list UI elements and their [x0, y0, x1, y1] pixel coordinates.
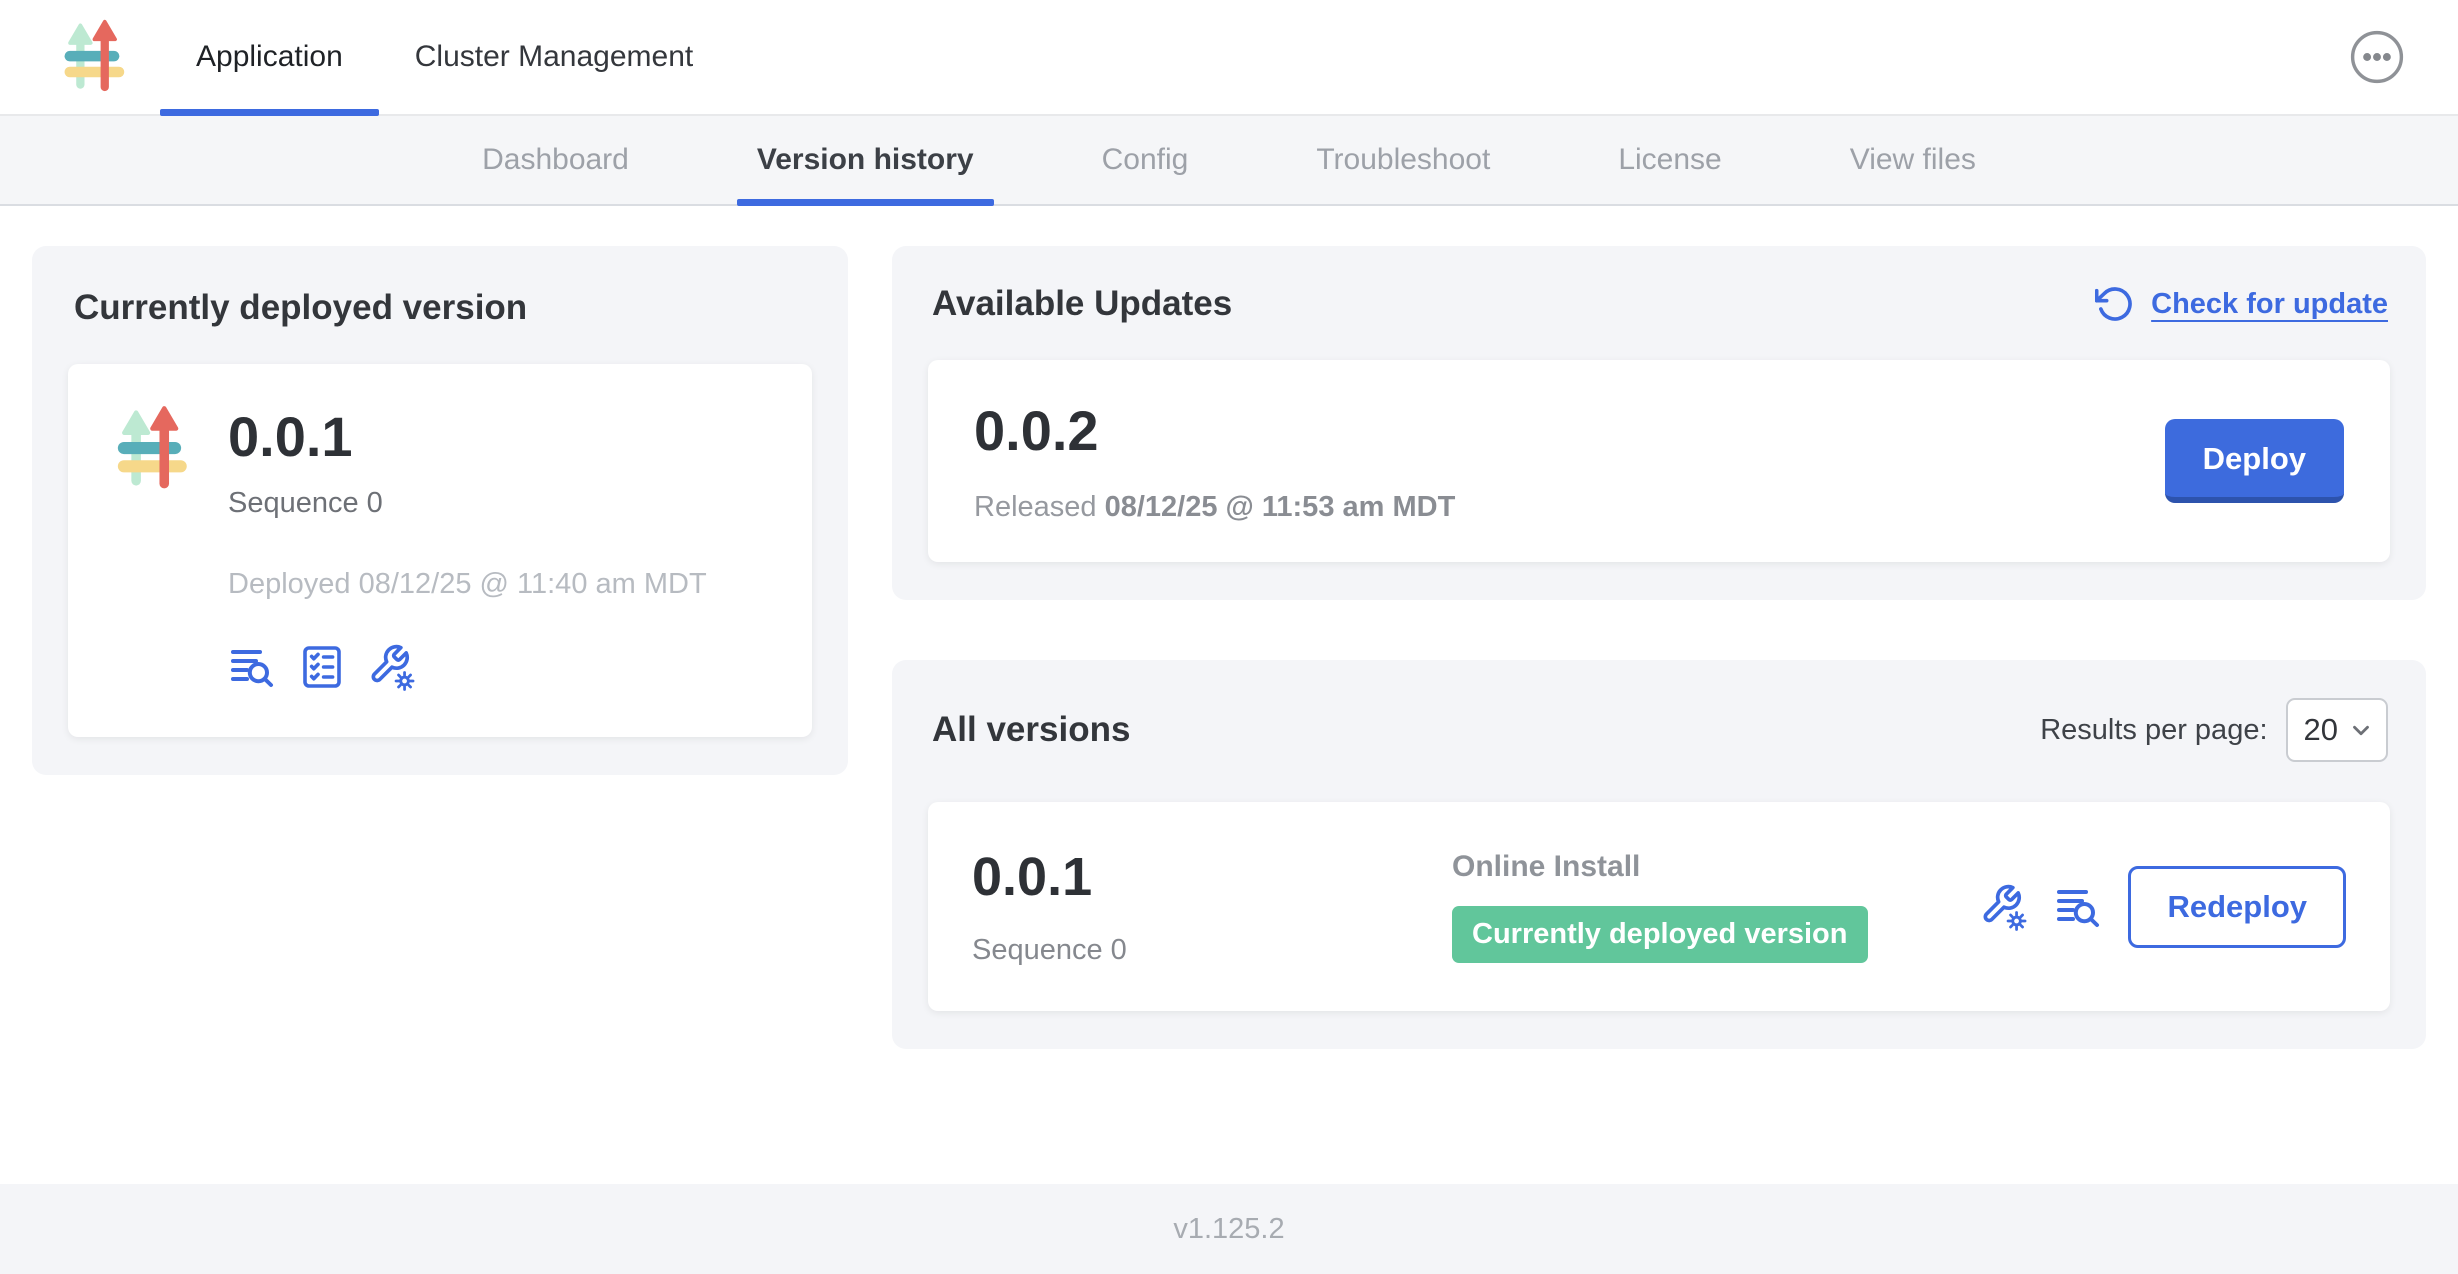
available-updates-card: Available Updates Check for update 0.0.2… [892, 246, 2426, 600]
available-updates-header: Available Updates Check for update [928, 280, 2390, 324]
currently-deployed-badge: Currently deployed version [1452, 906, 1868, 963]
subnav-config-label: Config [1102, 143, 1189, 177]
release-notes-icon [2054, 883, 2102, 931]
results-per-page-control: Results per page: 20 [2040, 698, 2388, 762]
results-per-page-value: 20 [2304, 712, 2338, 748]
console-version-label: v1.125.2 [1173, 1213, 1284, 1246]
subnav-view-files-label: View files [1850, 143, 1976, 177]
subnav-troubleshoot-label: Troubleshoot [1316, 143, 1490, 177]
tab-cluster-management-label: Cluster Management [415, 40, 693, 74]
available-updates-title: Available Updates [932, 284, 1232, 324]
kots-admin-console: Application Cluster Management Dashboard… [0, 0, 2458, 1274]
subnav-dashboard-label: Dashboard [482, 143, 629, 177]
released-date: 08/12/25 @ 11:53 am MDT [1105, 491, 1456, 523]
top-navbar: Application Cluster Management [0, 0, 2458, 116]
results-per-page-select[interactable]: 20 [2286, 698, 2388, 762]
active-tab-indicator [160, 109, 379, 116]
app-logo-icon [56, 18, 134, 96]
active-subnav-indicator [737, 199, 994, 206]
overflow-menu-button[interactable] [2348, 28, 2406, 86]
subnav-license-label: License [1618, 143, 1721, 177]
version-row: 0.0.1 Sequence 0 Online Install Currentl… [928, 802, 2390, 1011]
subnav-item-license[interactable]: License [1598, 116, 1741, 204]
row-version-number: 0.0.1 [972, 846, 1452, 908]
row-version-info: 0.0.1 Sequence 0 [972, 846, 1452, 967]
tab-application-label: Application [196, 40, 343, 74]
row-status-info: Online Install Currently deployed versio… [1452, 850, 1980, 963]
results-per-page-label: Results per page: [2040, 714, 2267, 747]
released-label: Released [974, 491, 1097, 523]
update-version-number: 0.0.2 [974, 398, 1455, 463]
refresh-icon [2095, 284, 2135, 324]
all-versions-title: All versions [932, 710, 1130, 750]
deployed-timestamp: Deployed 08/12/25 @ 11:40 am MDT [228, 568, 707, 601]
footer: v1.125.2 [0, 1184, 2458, 1274]
subnav-version-history-label: Version history [757, 143, 974, 177]
check-for-update-label: Check for update [2151, 288, 2388, 321]
subnav-item-config[interactable]: Config [1082, 116, 1209, 204]
deployed-version-info: 0.0.1 Sequence 0 Deployed 08/12/25 @ 11:… [228, 404, 707, 691]
check-for-update-link[interactable]: Check for update [2095, 284, 2388, 324]
row-release-notes-button[interactable] [2054, 883, 2102, 931]
subnav-item-dashboard[interactable]: Dashboard [462, 116, 649, 204]
preflight-checks-button[interactable] [298, 643, 346, 691]
app-subnav: Dashboard Version history Config Trouble… [0, 116, 2458, 206]
redeploy-button[interactable]: Redeploy [2128, 866, 2346, 948]
row-sequence: Sequence 0 [972, 934, 1452, 967]
subnav-item-troubleshoot[interactable]: Troubleshoot [1296, 116, 1510, 204]
deployed-actions [228, 643, 707, 691]
chevron-down-icon [2348, 717, 2374, 743]
wrench-gear-icon [368, 643, 416, 691]
currently-deployed-card: Currently deployed version 0.0.1 Sequenc… [32, 246, 848, 775]
install-type-label: Online Install [1452, 850, 1980, 884]
top-tabs: Application Cluster Management [160, 0, 729, 114]
release-notes-icon [228, 643, 276, 691]
version-history-page: Currently deployed version 0.0.1 Sequenc… [0, 206, 2458, 1184]
ellipsis-icon [2348, 28, 2406, 86]
wrench-gear-icon [1980, 883, 2028, 931]
deploy-button[interactable]: Deploy [2165, 419, 2344, 503]
tab-application[interactable]: Application [160, 0, 379, 114]
deployed-version-number: 0.0.1 [228, 404, 707, 469]
row-edit-config-button[interactable] [1980, 883, 2028, 931]
tab-cluster-management[interactable]: Cluster Management [379, 0, 729, 114]
currently-deployed-title: Currently deployed version [74, 288, 812, 328]
release-notes-button[interactable] [228, 643, 276, 691]
edit-config-button[interactable] [368, 643, 416, 691]
right-column: Available Updates Check for update 0.0.2… [892, 246, 2426, 1049]
row-actions: Redeploy [1980, 866, 2346, 948]
subnav-item-view-files[interactable]: View files [1830, 116, 1996, 204]
update-info: 0.0.2 Released 08/12/25 @ 11:53 am MDT [974, 398, 1455, 524]
update-row: 0.0.2 Released 08/12/25 @ 11:53 am MDT D… [928, 360, 2390, 562]
deployed-version-panel: 0.0.1 Sequence 0 Deployed 08/12/25 @ 11:… [68, 364, 812, 737]
update-released-timestamp: Released 08/12/25 @ 11:53 am MDT [974, 491, 1455, 524]
preflight-checks-icon [298, 643, 346, 691]
deployed-sequence: Sequence 0 [228, 487, 707, 520]
all-versions-header: All versions Results per page: 20 [928, 694, 2390, 762]
all-versions-card: All versions Results per page: 20 0.0. [892, 660, 2426, 1049]
app-logo-icon [108, 404, 198, 691]
subnav-item-version-history[interactable]: Version history [737, 116, 994, 204]
